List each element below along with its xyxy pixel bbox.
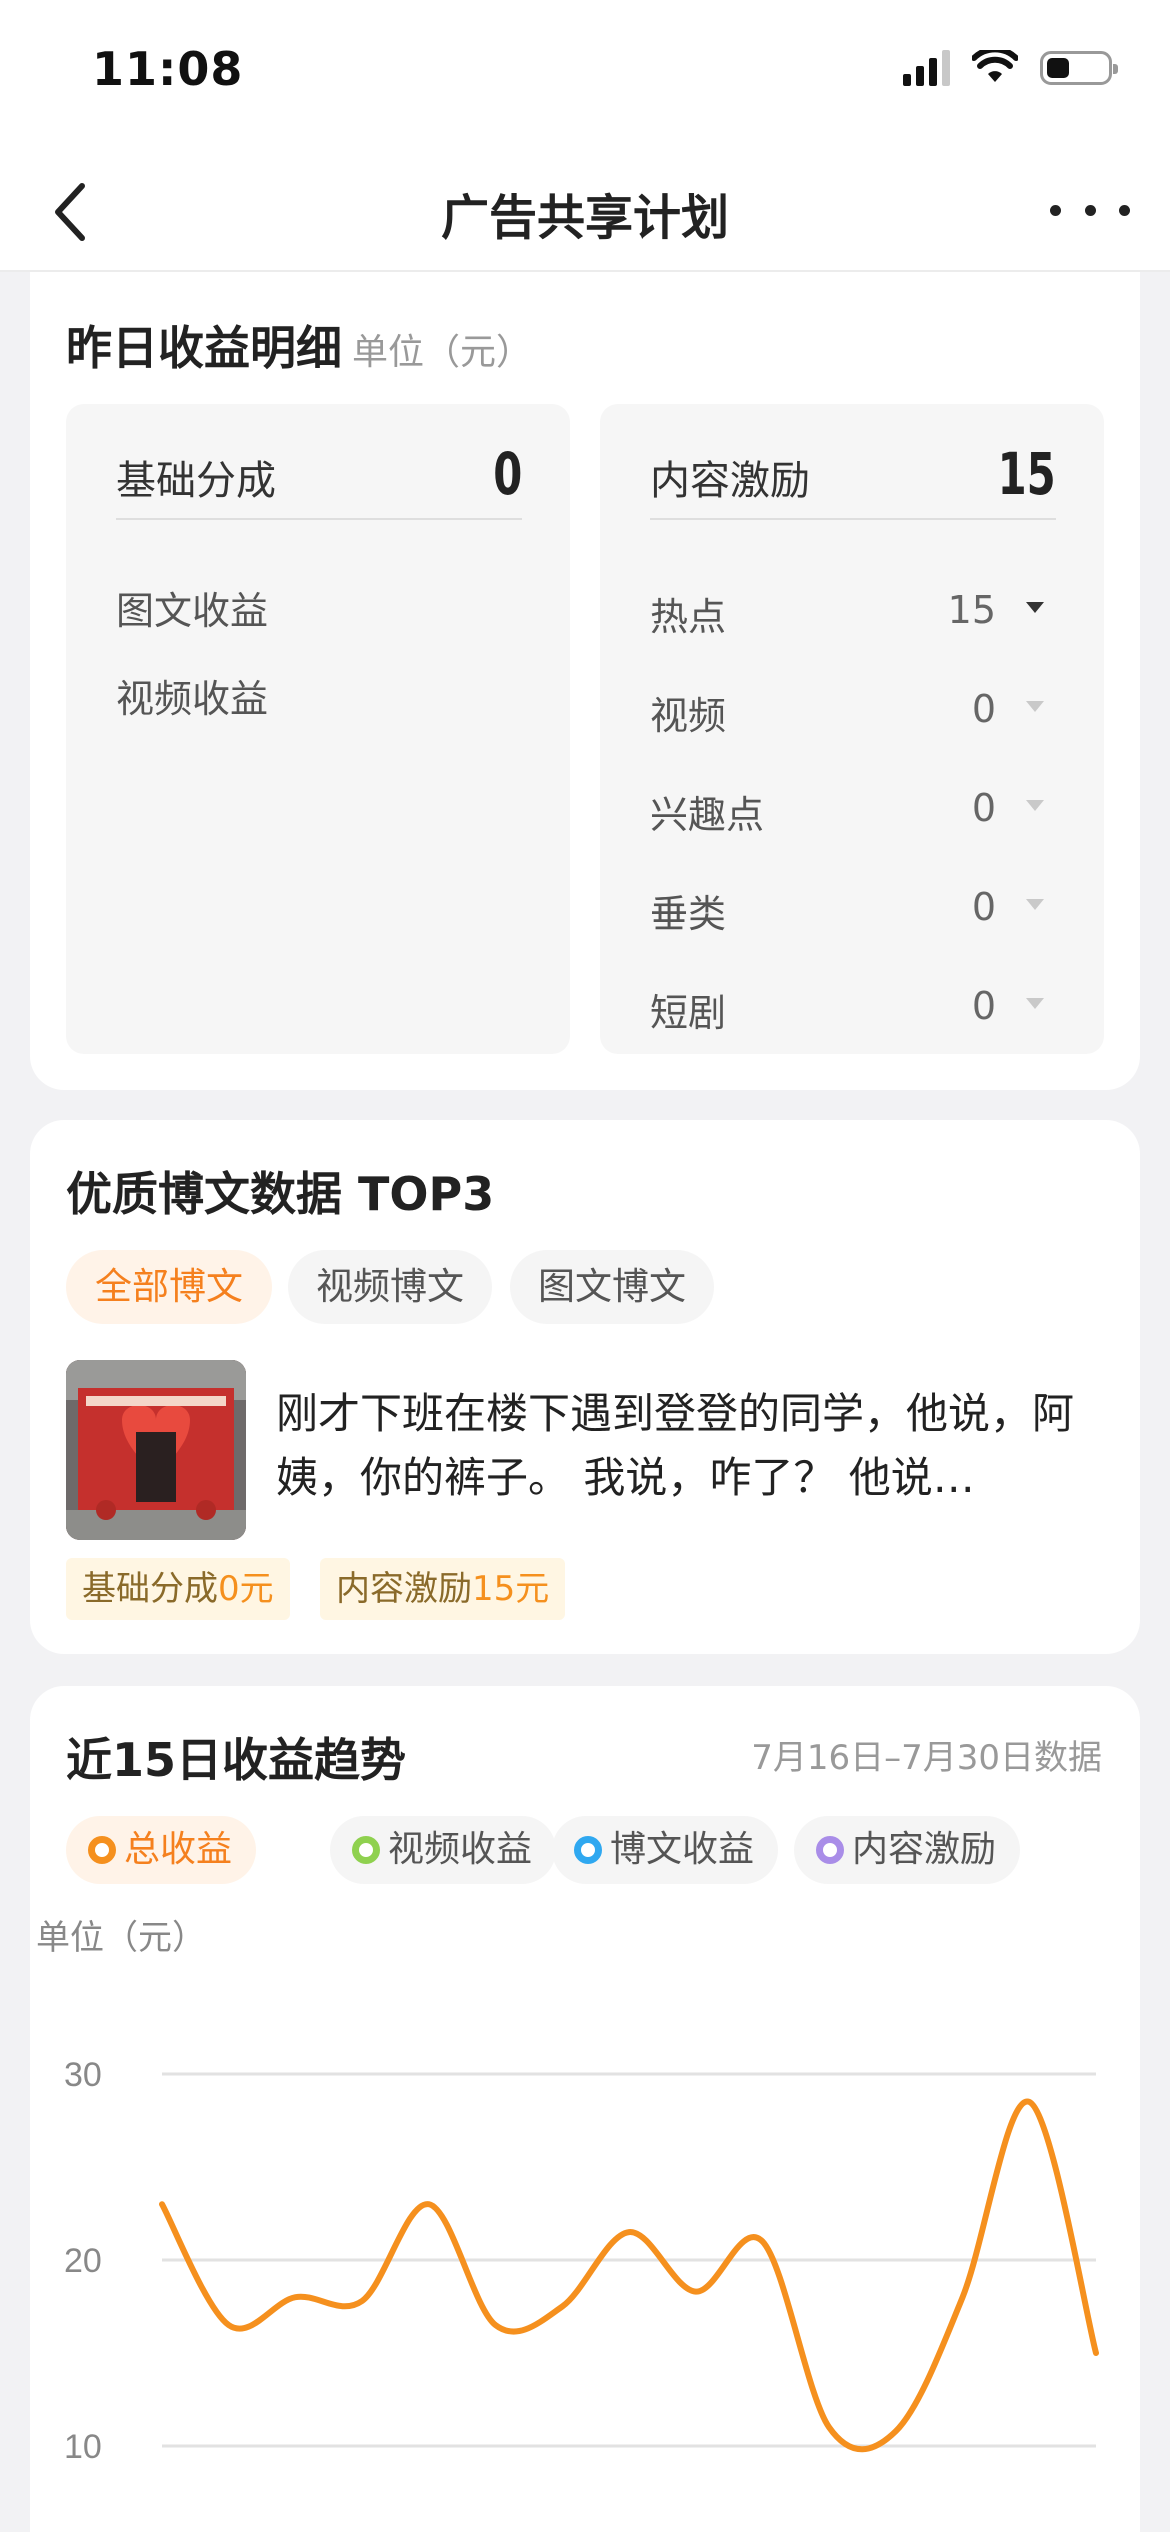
page-title: 广告共享计划 (440, 190, 729, 246)
content-incentive-label: 内容激励 (650, 458, 810, 504)
content-incentive-header: 内容激励 15 (650, 440, 1056, 520)
incentive-row-label: 兴趣点 (650, 793, 765, 837)
more-dot-icon (1119, 204, 1130, 216)
tab-image-text-posts[interactable]: 图文博文 (510, 1250, 714, 1324)
legend-post-earnings[interactable]: 博文收益 (552, 1816, 779, 1884)
tag-label: 基础分成 (82, 1569, 218, 1609)
incentive-row-value: 0 (971, 687, 996, 731)
post-content-incentive-tag: 内容激励15元 (320, 1558, 566, 1620)
earnings-title: 昨日收益明细 单位（元） (66, 312, 532, 378)
dropdown-triangle-icon (1026, 899, 1044, 910)
y-tick-label: 20 (64, 2242, 102, 2280)
incentive-row-label: 热点 (650, 595, 727, 639)
earnings-trend-chart: 30 20 10 (64, 2056, 1099, 2466)
base-share-panel: 基础分成 0 图文收益 视频收益 (66, 404, 570, 1054)
earnings-title-text: 昨日收益明细 (66, 321, 342, 375)
base-item-video: 视频收益 (116, 662, 510, 722)
status-icons (903, 50, 1118, 86)
y-tick-label: 30 (64, 2056, 102, 2094)
incentive-row-value: 0 (971, 786, 996, 830)
wifi-icon (972, 50, 1018, 82)
dropdown-triangle-icon (1026, 800, 1044, 811)
legend-dot-icon (816, 1836, 844, 1864)
earnings-trend-card: 近15日收益趋势 7月16日–7月30日数据 总收益 视频收益 博文收益 内容激… (30, 1686, 1140, 2532)
battery-icon (1040, 51, 1118, 85)
status-time: 11:08 (92, 42, 244, 96)
base-item-image-text: 图文收益 (116, 574, 510, 634)
incentive-row-value: 15 (947, 588, 996, 632)
base-item-label: 图文收益 (116, 589, 269, 633)
tag-value: 15元 (472, 1569, 550, 1609)
content-incentive-panel: 内容激励 15 热点 15 视频 0 兴趣点 0 垂类 0 短剧 0 (600, 404, 1104, 1054)
incentive-row-label: 垂类 (650, 892, 727, 936)
incentive-row-label: 视频 (650, 694, 727, 738)
tag-label: 内容激励 (336, 1569, 472, 1609)
tab-video-posts[interactable]: 视频博文 (288, 1250, 492, 1324)
legend-dot-icon (352, 1836, 380, 1864)
post-thumbnail-image (66, 1360, 246, 1540)
status-bar: 11:08 (0, 0, 1170, 150)
base-share-header: 基础分成 0 (116, 440, 522, 520)
incentive-row-video[interactable]: 视频 0 (650, 679, 1044, 739)
nav-bar: 广告共享计划 (0, 150, 1170, 272)
post-base-share-tag: 基础分成0元 (66, 1558, 290, 1620)
legend-video-earnings[interactable]: 视频收益 (330, 1816, 557, 1884)
incentive-row-interest[interactable]: 兴趣点 0 (650, 778, 1044, 838)
dropdown-triangle-icon (1026, 998, 1044, 1009)
incentive-row-label: 短剧 (650, 991, 727, 1035)
tab-all-posts[interactable]: 全部博文 (66, 1250, 272, 1324)
content-incentive-value: 15 (997, 440, 1056, 508)
incentive-row-short-drama[interactable]: 短剧 0 (650, 976, 1044, 1036)
y-tick-label: 10 (64, 2428, 102, 2466)
yesterday-earnings-card: 昨日收益明细 单位（元） 基础分成 0 图文收益 视频收益 内容激励 15 热点 … (30, 272, 1140, 1090)
trend-title: 近15日收益趋势 (66, 1733, 407, 1787)
trend-date-range: 7月16日–7月30日数据 (751, 1738, 1102, 1778)
dropdown-triangle-icon (1026, 701, 1044, 712)
series-line-total-earnings (159, 2098, 1099, 2453)
top3-title: 优质博文数据 TOP3 (66, 1167, 495, 1221)
incentive-row-vertical[interactable]: 垂类 0 (650, 877, 1044, 937)
chart-unit-label: 单位（元） (36, 1918, 206, 1958)
more-dot-icon (1084, 204, 1096, 216)
cellular-signal-icon (903, 50, 950, 86)
legend-dot-icon (88, 1836, 116, 1864)
incentive-row-value: 0 (971, 984, 996, 1028)
post-text[interactable]: 刚才下班在楼下遇到登登的同学，他说，阿姨，你的裤子。 我说，咋了？ 他说… (276, 1382, 1096, 1510)
legend-dot-icon (574, 1836, 602, 1864)
base-share-value: 0 (492, 440, 522, 508)
legend-label: 视频收益 (388, 1829, 533, 1870)
top3-posts-card: 优质博文数据 TOP3 全部博文 视频博文 图文博文 刚才下班在楼下遇到登登的同… (30, 1120, 1140, 1654)
earnings-unit: 单位（元） (352, 332, 533, 373)
legend-total-earnings[interactable]: 总收益 (66, 1816, 257, 1884)
incentive-row-hot[interactable]: 热点 15 (650, 580, 1044, 640)
legend-label: 总收益 (124, 1829, 233, 1870)
tag-value: 0元 (218, 1569, 274, 1609)
post-thumbnail[interactable] (66, 1360, 246, 1540)
more-options-button[interactable] (1050, 190, 1130, 230)
more-dot-icon (1050, 204, 1061, 216)
base-item-label: 视频收益 (116, 677, 269, 721)
legend-label: 博文收益 (610, 1829, 755, 1870)
incentive-row-value: 0 (971, 885, 996, 929)
legend-content-incentive[interactable]: 内容激励 (794, 1816, 1021, 1884)
base-share-label: 基础分成 (116, 458, 276, 504)
dropdown-triangle-icon (1026, 602, 1044, 613)
legend-label: 内容激励 (852, 1829, 997, 1870)
